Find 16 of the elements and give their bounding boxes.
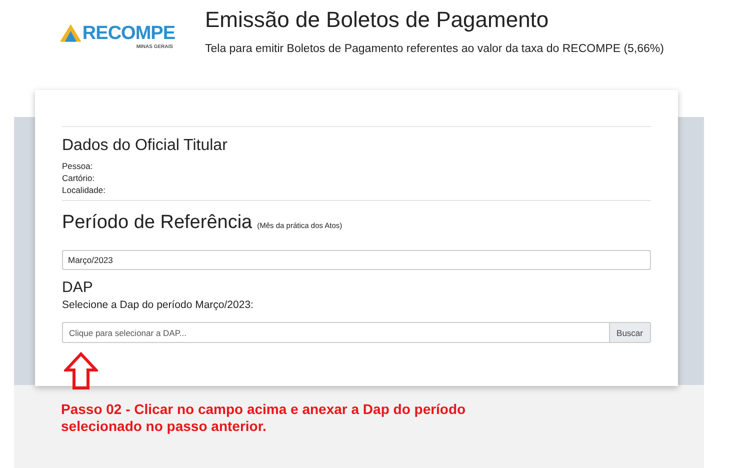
browse-button[interactable]: Buscar [608, 323, 650, 342]
dap-label: Selecione a Dap do período Março/2023: [62, 299, 254, 311]
logo-text: RECOMPE [82, 24, 175, 44]
field-label: Localidade: [62, 184, 106, 196]
instruction-text: Passo 02 - Clicar no campo acima e anexar a Dap do período selecionado no passo anterior. [61, 401, 467, 435]
up-arrow-icon [64, 352, 98, 390]
file-field[interactable]: Clique para selecionar a DAP... Buscar [62, 322, 651, 343]
page-title: Emissão de Boletos de Pagamento [205, 7, 550, 33]
section-heading: Dados do Oficial Titular [62, 137, 228, 155]
field-label: Pessoa: [62, 160, 94, 172]
field-label: Cartório: [62, 172, 96, 184]
section-heading: DAP [62, 279, 94, 296]
section-heading: Período de Referência [62, 212, 252, 234]
page-subtitle: Tela para emitir Boletos de Pagamento referentes ao valor da taxa do RECOMPE (5,66%) [205, 43, 664, 55]
triangle-logo-icon [60, 24, 82, 42]
period-field[interactable]: Março/2023 [62, 250, 651, 270]
